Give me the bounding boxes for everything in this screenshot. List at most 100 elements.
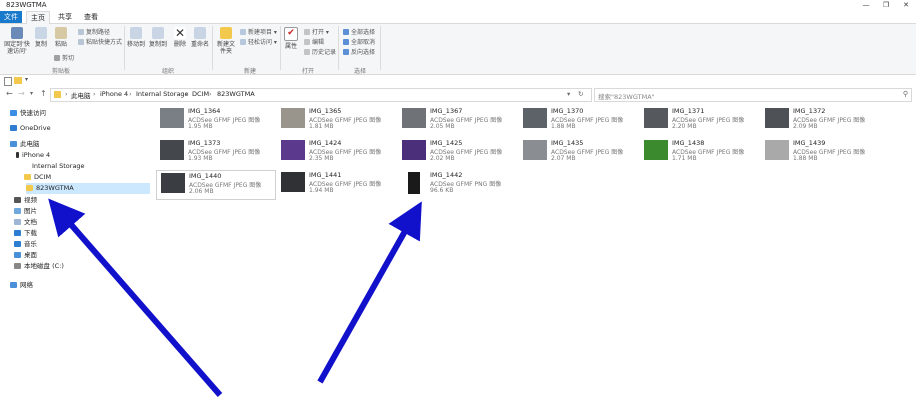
select-none-icon <box>343 39 349 45</box>
file-item[interactable]: IMG_1424 ACDSee GFMF JPEG 图像 2.35 MB <box>277 138 397 168</box>
sidebar-item-videos[interactable]: 视频 <box>14 195 150 206</box>
select-all-button[interactable]: 全部选择 <box>343 27 375 36</box>
image-thumbnail <box>644 140 668 160</box>
sidebar-item-this-pc[interactable]: 此电脑 <box>10 139 150 150</box>
ribbon-separator <box>212 26 213 70</box>
tab-view[interactable]: 查看 <box>80 11 102 23</box>
file-size: 1.71 MB <box>672 155 697 162</box>
refresh-icon[interactable]: ↻ <box>578 90 583 98</box>
chevron-down-icon[interactable]: ▾ <box>30 90 33 97</box>
ribbon-separator <box>380 26 381 70</box>
chevron-right-icon: › <box>209 90 212 98</box>
file-item[interactable]: IMG_1438 ACDSee GFMF JPEG 图像 1.71 MB <box>640 138 760 168</box>
chevron-right-icon: › <box>93 90 96 98</box>
tab-share[interactable]: 共享 <box>54 11 76 23</box>
sidebar-item-local-disk[interactable]: 本地磁盘 (C:) <box>14 261 150 272</box>
sidebar-item-documents[interactable]: 文档 <box>14 217 150 228</box>
file-item[interactable]: IMG_1440 ACDSee GFMF JPEG 图像 2.06 MB <box>156 170 276 200</box>
image-thumbnail <box>281 172 305 192</box>
chevron-right-icon: › <box>65 90 68 98</box>
sidebar-item-music[interactable]: 音乐 <box>14 239 150 250</box>
back-arrow-icon[interactable]: ← <box>6 89 13 98</box>
file-item[interactable]: IMG_1425 ACDSee GFMF JPEG 图像 2.02 MB <box>398 138 518 168</box>
new-item-icon <box>240 29 246 35</box>
sidebar-item-desktop[interactable]: 桌面 <box>14 250 150 261</box>
file-name: IMG_1440 <box>189 172 222 180</box>
search-box[interactable]: 搜索"823WGTMA" ⚲ <box>594 88 912 102</box>
sidebar-item-823wgtma[interactable]: 823WGTMA <box>26 183 150 194</box>
sidebar-item-internal-storage[interactable]: Internal Storage <box>22 161 150 172</box>
window-title: 823WGTMA <box>6 1 47 9</box>
image-thumbnail <box>765 140 789 160</box>
open-button[interactable]: 打开 ▾ <box>304 27 329 36</box>
paste-button[interactable]: 粘贴 <box>52 27 70 48</box>
sidebar-item-iphone[interactable]: iPhone 4 <box>16 150 150 161</box>
sidebar-item-network[interactable]: 网络 <box>10 280 150 291</box>
copy-path-icon <box>78 29 84 35</box>
computer-icon <box>10 141 17 147</box>
address-bar[interactable]: › 此电脑 › iPhone 4 › Internal Storage › DC… <box>50 88 592 102</box>
file-item[interactable]: IMG_1371 ACDSee GFMF JPEG 图像 2.20 MB <box>640 106 760 136</box>
edit-icon <box>304 39 310 45</box>
copy-to-button[interactable]: 复制到 <box>149 27 167 48</box>
invert-selection-button[interactable]: 反向选择 <box>343 47 375 56</box>
open-icon <box>304 29 310 35</box>
sidebar-item-downloads[interactable]: 下载 <box>14 228 150 239</box>
forward-arrow-icon[interactable]: → <box>18 89 25 98</box>
sidebar-item-dcim[interactable]: DCIM <box>24 172 150 183</box>
copy-button[interactable]: 复制 <box>32 27 50 48</box>
file-item[interactable]: IMG_1367 ACDSee GFMF JPEG 图像 2.05 MB <box>398 106 518 136</box>
file-item[interactable]: IMG_1439 ACDSee GFMF JPEG 图像 1.88 MB <box>761 138 881 168</box>
maximize-icon[interactable]: ❐ <box>876 0 896 10</box>
breadcrumb-item[interactable]: iPhone 4 <box>100 90 128 98</box>
rename-button[interactable]: 重命名 <box>191 27 209 48</box>
paste-shortcut-button[interactable]: 粘贴快捷方式 <box>78 37 122 46</box>
delete-button[interactable]: ✕ 删除 <box>171 27 189 48</box>
paste-icon <box>55 27 67 39</box>
file-item[interactable]: IMG_1435 ACDSee GFMF JPEG 图像 2.07 MB <box>519 138 639 168</box>
breadcrumb-item[interactable]: 823WGTMA <box>217 90 255 98</box>
minimize-icon[interactable]: — <box>856 0 876 10</box>
edit-button[interactable]: 编辑 <box>304 37 324 46</box>
easy-access-button[interactable]: 轻松访问 ▾ <box>240 37 277 46</box>
folder-icon[interactable] <box>14 77 22 84</box>
new-folder-button[interactable]: 新建文件夹 <box>215 27 237 55</box>
checkbox-icon[interactable] <box>4 77 12 86</box>
select-none-button[interactable]: 全部取消 <box>343 37 375 46</box>
file-item[interactable]: IMG_1373 ACDSee GFMF JPEG 图像 1.93 MB <box>156 138 276 168</box>
file-name: IMG_1438 <box>672 139 705 147</box>
scissors-icon <box>54 55 60 61</box>
search-icon[interactable]: ⚲ <box>903 90 908 98</box>
pin-quick-access-button[interactable]: 固定到'快速访问' <box>2 27 32 55</box>
sidebar-item-onedrive[interactable]: OneDrive <box>10 123 150 134</box>
properties-button[interactable]: ✔ 属性 <box>283 27 299 50</box>
close-icon[interactable]: ✕ <box>896 0 916 10</box>
file-item[interactable]: IMG_1364 ACDSee GFMF JPEG 图像 1.95 MB <box>156 106 276 136</box>
breadcrumb-item[interactable]: 此电脑 <box>71 90 91 100</box>
breadcrumb-item[interactable]: DCIM <box>192 90 209 98</box>
tab-home[interactable]: 主页 <box>26 11 50 24</box>
file-size: 96.6 KB <box>430 187 454 194</box>
file-name: IMG_1439 <box>793 139 826 147</box>
cut-button[interactable]: 剪切 <box>54 53 74 62</box>
up-arrow-icon[interactable]: ↑ <box>40 89 47 98</box>
sidebar-item-quick-access[interactable]: 快速访问 <box>10 108 150 119</box>
new-item-button[interactable]: 新建项目 ▾ <box>240 27 277 36</box>
file-item[interactable]: IMG_1372 ACDSee GFMF JPEG 图像 2.09 MB <box>761 106 881 136</box>
copy-path-button[interactable]: 复制路径 <box>78 27 110 36</box>
document-icon <box>14 219 21 225</box>
history-button[interactable]: 历史记录 <box>304 47 336 56</box>
file-size: 2.09 MB <box>793 123 818 130</box>
file-item[interactable]: IMG_1442 ACDSee GFMF PNG 图像 96.6 KB <box>398 170 518 200</box>
search-placeholder: 搜索"823WGTMA" <box>598 93 655 101</box>
tab-file[interactable]: 文件 <box>0 11 22 23</box>
file-item[interactable]: IMG_1441 ACDSee GFMF JPEG 图像 1.94 MB <box>277 170 397 200</box>
chevron-down-icon[interactable]: ▾ <box>25 76 28 83</box>
chevron-down-icon[interactable]: ▾ <box>567 90 570 98</box>
move-to-button[interactable]: 移动到 <box>127 27 145 48</box>
file-item[interactable]: IMG_1370 ACDSee GFMF JPEG 图像 1.88 MB <box>519 106 639 136</box>
sidebar-item-pictures[interactable]: 图片 <box>14 206 150 217</box>
breadcrumb-item[interactable]: Internal Storage <box>136 90 189 98</box>
file-item[interactable]: IMG_1365 ACDSee GFMF JPEG 图像 1.81 MB <box>277 106 397 136</box>
image-thumbnail <box>765 108 789 128</box>
